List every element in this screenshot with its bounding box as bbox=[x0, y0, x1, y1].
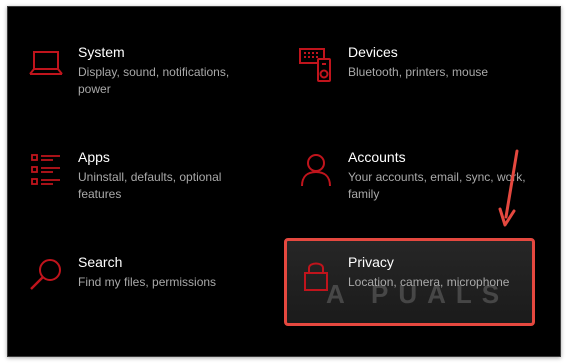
tile-system[interactable]: System Display, sound, notifications, po… bbox=[14, 44, 264, 131]
tile-title: Accounts bbox=[348, 149, 406, 165]
tile-title: Apps bbox=[78, 149, 110, 165]
tile-apps[interactable]: Apps Uninstall, defaults, optional featu… bbox=[14, 149, 264, 236]
tile-accounts[interactable]: Accounts Your accounts, email, sync, wor… bbox=[284, 149, 534, 236]
tile-description: Display, sound, notifications, power bbox=[78, 65, 230, 96]
tile-privacy[interactable]: Privacy Location, camera, microphone bbox=[284, 254, 534, 341]
search-icon bbox=[28, 257, 64, 293]
lock-icon bbox=[298, 257, 334, 293]
tile-search[interactable]: Search Find my files, permissions bbox=[14, 254, 264, 341]
tile-description: Uninstall, defaults, optional features bbox=[78, 170, 222, 201]
tile-description: Find my files, permissions bbox=[78, 275, 217, 289]
laptop-icon bbox=[28, 47, 64, 83]
tile-devices[interactable]: Devices Bluetooth, printers, mouse bbox=[284, 44, 534, 131]
tile-title: Search bbox=[78, 254, 123, 270]
apps-icon bbox=[28, 152, 64, 188]
tile-description: Bluetooth, printers, mouse bbox=[348, 65, 489, 79]
devices-icon bbox=[298, 47, 334, 83]
person-icon bbox=[298, 152, 334, 188]
tile-title: Privacy bbox=[348, 254, 394, 270]
annotation-arrow bbox=[498, 149, 519, 227]
settings-panel: System Display, sound, notifications, po… bbox=[7, 6, 561, 357]
tile-title: Devices bbox=[348, 44, 398, 60]
tile-description: Location, camera, microphone bbox=[348, 275, 510, 289]
tile-title: System bbox=[78, 44, 125, 60]
